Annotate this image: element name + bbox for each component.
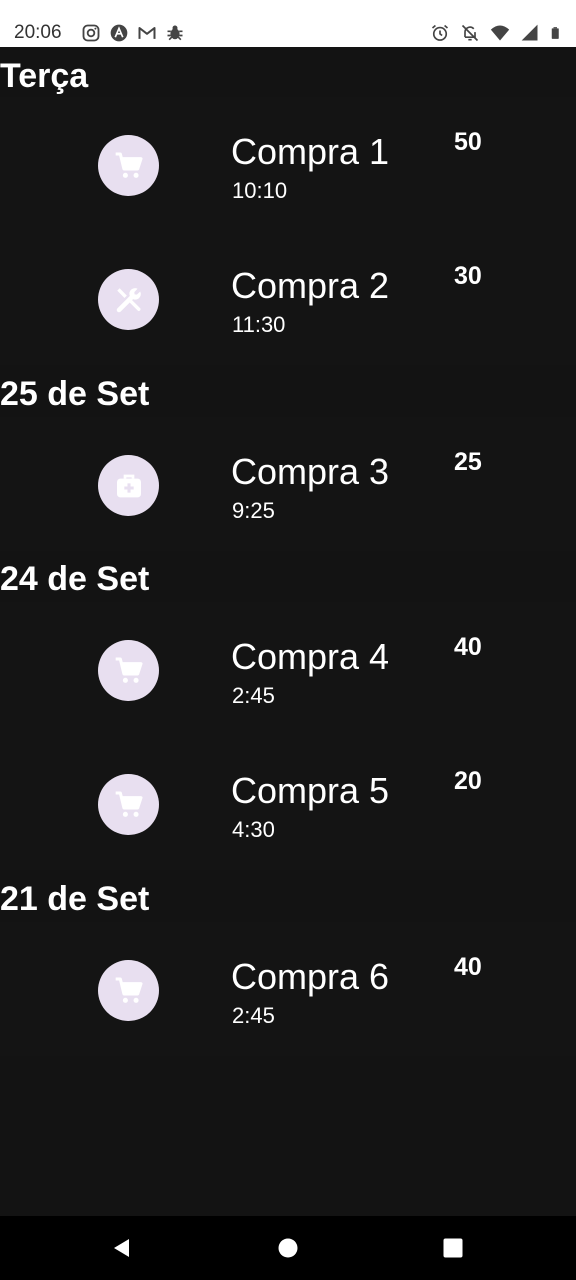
item-time: 10:10 [232, 178, 288, 203]
gmail-icon [138, 27, 156, 39]
section-header-label: 21 de Set [0, 880, 150, 918]
avatar [98, 269, 159, 330]
item-time: 11:30 [232, 312, 286, 337]
section-header-label: 24 de Set [0, 560, 150, 598]
signal-icon [521, 24, 538, 41]
item-time: 4:30 [232, 817, 275, 842]
list-item[interactable]: Compra 1 10:10 50 [0, 97, 576, 231]
item-title: Compra 1 [231, 131, 390, 172]
list-item[interactable]: Compra 3 9:25 25 [0, 417, 576, 551]
purchase-list[interactable]: Terça Compra 1 10:10 50 Compra 2 11:30 3… [0, 47, 576, 1216]
recents-icon[interactable] [441, 1236, 465, 1260]
notifications-off-icon [461, 24, 479, 42]
item-time: 2:45 [232, 683, 275, 708]
avatar [98, 774, 159, 835]
status-bar: 20:06 [0, 0, 576, 47]
item-amount: 40 [454, 953, 482, 981]
status-right-icons [430, 23, 564, 43]
item-title: Compra 2 [231, 265, 390, 306]
item-amount: 30 [454, 262, 482, 290]
medical-bag-icon [116, 474, 141, 497]
alarm-icon [431, 24, 449, 41]
instagram-icon [82, 24, 100, 42]
item-title: Compra 4 [231, 636, 390, 677]
list-item[interactable]: Compra 6 2:45 40 [0, 922, 576, 1056]
shopping-cart-icon [115, 656, 143, 683]
avatar [98, 455, 159, 516]
wifi-icon [490, 25, 510, 41]
item-time: 2:45 [232, 1003, 275, 1028]
back-icon[interactable] [110, 1236, 134, 1260]
item-amount: 50 [454, 128, 482, 156]
list-item[interactable]: Compra 2 11:30 30 [0, 231, 576, 365]
avatar [98, 640, 159, 701]
section-header-label: 25 de Set [0, 375, 150, 413]
item-amount: 25 [454, 448, 482, 476]
battery-icon [551, 27, 559, 39]
navigation-bar [0, 1216, 576, 1280]
list-item[interactable]: Compra 4 2:45 40 [0, 602, 576, 736]
section-header-label: Terça [0, 57, 89, 95]
item-amount: 40 [454, 633, 482, 661]
status-left-icons [81, 23, 185, 43]
status-time: 20:06 [14, 22, 62, 43]
a-icon [110, 24, 128, 42]
shopping-cart-icon [115, 976, 143, 1003]
avatar [98, 960, 159, 1021]
item-time: 9:25 [232, 498, 275, 523]
tools-icon [116, 287, 141, 312]
home-icon[interactable] [276, 1236, 300, 1260]
item-amount: 20 [454, 767, 482, 795]
bug-icon [167, 25, 183, 41]
shopping-cart-icon [115, 151, 143, 178]
item-title: Compra 3 [231, 451, 390, 492]
item-title: Compra 6 [231, 956, 390, 997]
avatar [98, 135, 159, 196]
item-title: Compra 5 [231, 770, 390, 811]
list-item[interactable]: Compra 5 4:30 20 [0, 736, 576, 870]
shopping-cart-icon [115, 790, 143, 817]
